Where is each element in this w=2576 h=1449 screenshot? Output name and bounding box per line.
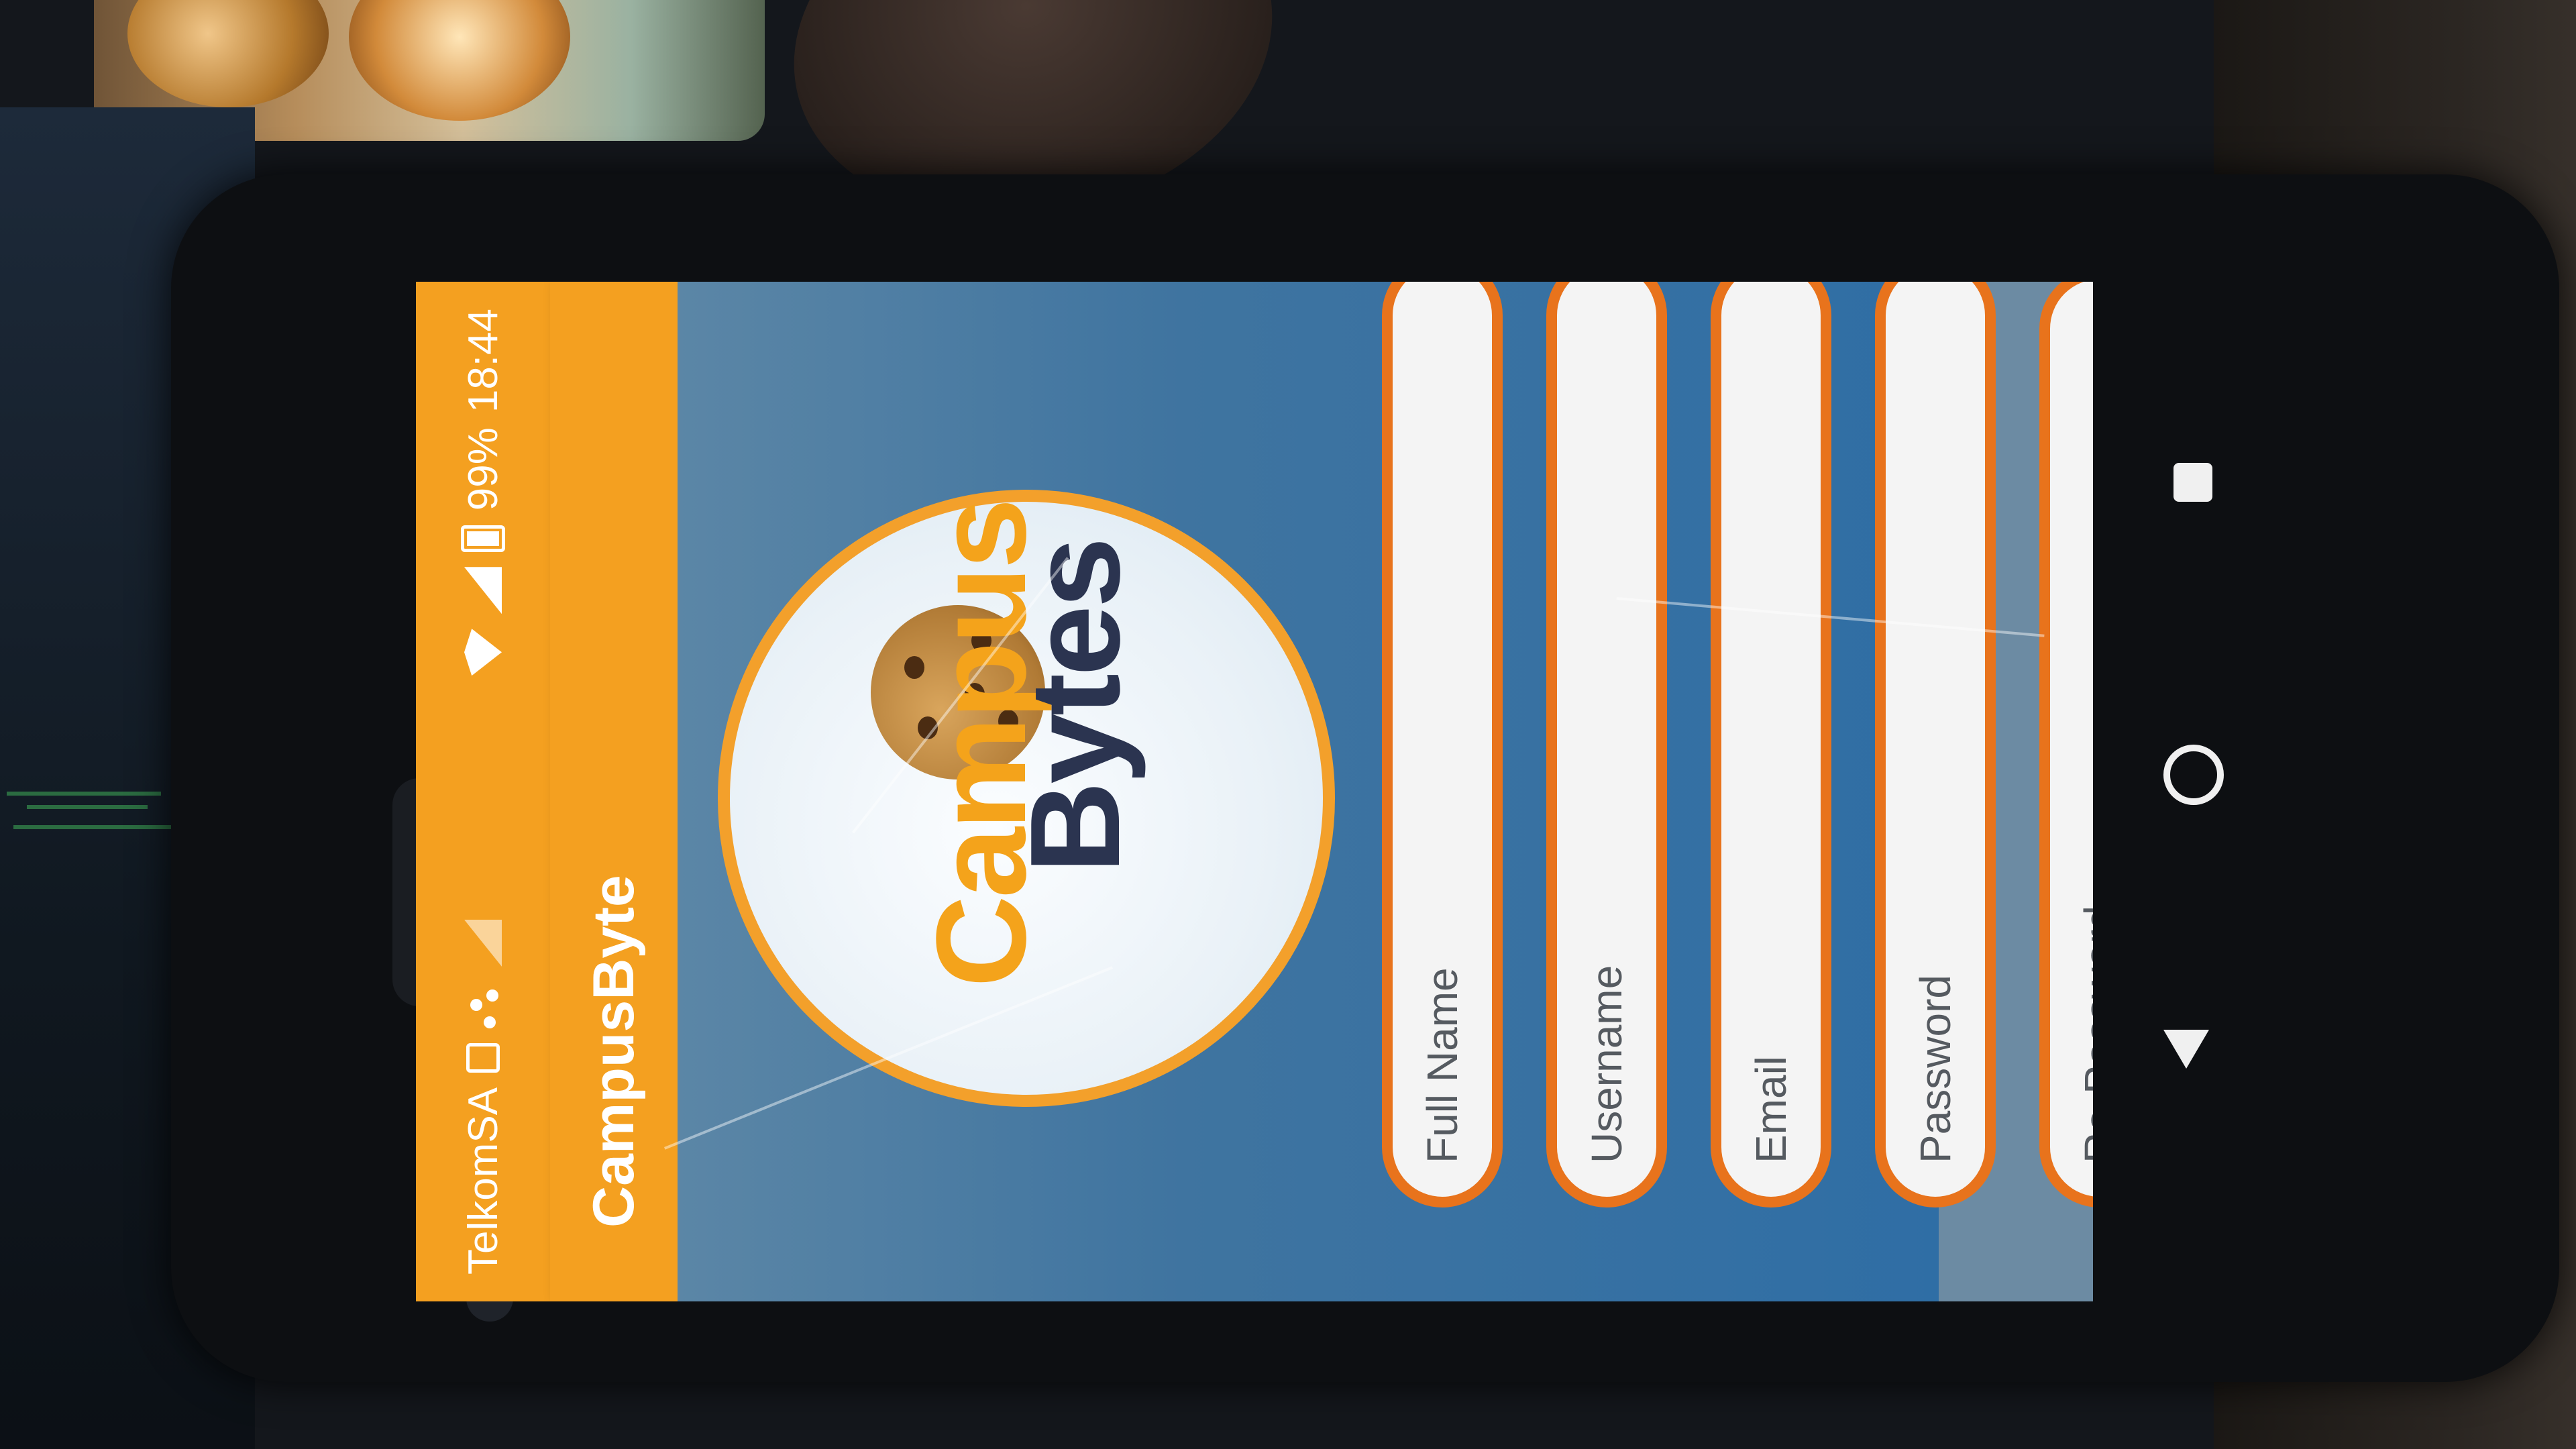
logo-text-bytes: Bytes [1004,539,1146,874]
background-code-line [13,825,174,829]
clock: 18:44 [460,309,506,413]
dots-icon [466,981,500,1028]
nav-home-icon[interactable] [2163,745,2224,805]
background-code-line [27,805,148,809]
app-bar: CampusByte [550,282,678,1301]
password-field[interactable]: Password [1875,282,1996,1208]
app-title: CampusByte [581,875,646,1228]
username-placeholder: Username [1582,965,1631,1163]
status-bar: TelkomSA 99% 18:44 [416,282,550,1301]
re-password-placeholder: Re-Password [2076,905,2093,1163]
username-field[interactable]: Username [1546,282,1667,1208]
email-placeholder: Email [1747,1055,1795,1163]
battery-percent: 99% [460,427,506,511]
phone-screen: TelkomSA 99% 18:44 CampusByte Campus Byt… [416,282,2093,1301]
carrier-name: TelkomSA [460,1087,506,1275]
wifi-icon [464,629,502,676]
full-name-field[interactable]: Full Name [1382,282,1503,1208]
signal-off-icon [464,920,502,967]
signal-icon [464,567,502,614]
battery-icon [461,525,505,553]
email-field[interactable]: Email [1711,282,1831,1208]
password-placeholder: Password [1911,975,1960,1163]
status-right: 99% 18:44 [460,309,507,676]
re-password-field[interactable]: Re-Password [2039,282,2093,1208]
signup-content: Campus Bytes Full Name Username Email Pa… [664,282,2093,1301]
nav-recent-icon[interactable] [2174,463,2212,502]
box-icon [466,1042,500,1073]
app-logo: Campus Bytes [718,490,1335,1107]
full-name-placeholder: Full Name [1418,967,1466,1163]
photo-scene: TelkomSA 99% 18:44 CampusByte Campus Byt… [0,0,2576,1449]
status-left: TelkomSA [460,920,507,1275]
background-code-line [7,792,161,796]
nav-back-icon[interactable] [2163,1030,2209,1069]
